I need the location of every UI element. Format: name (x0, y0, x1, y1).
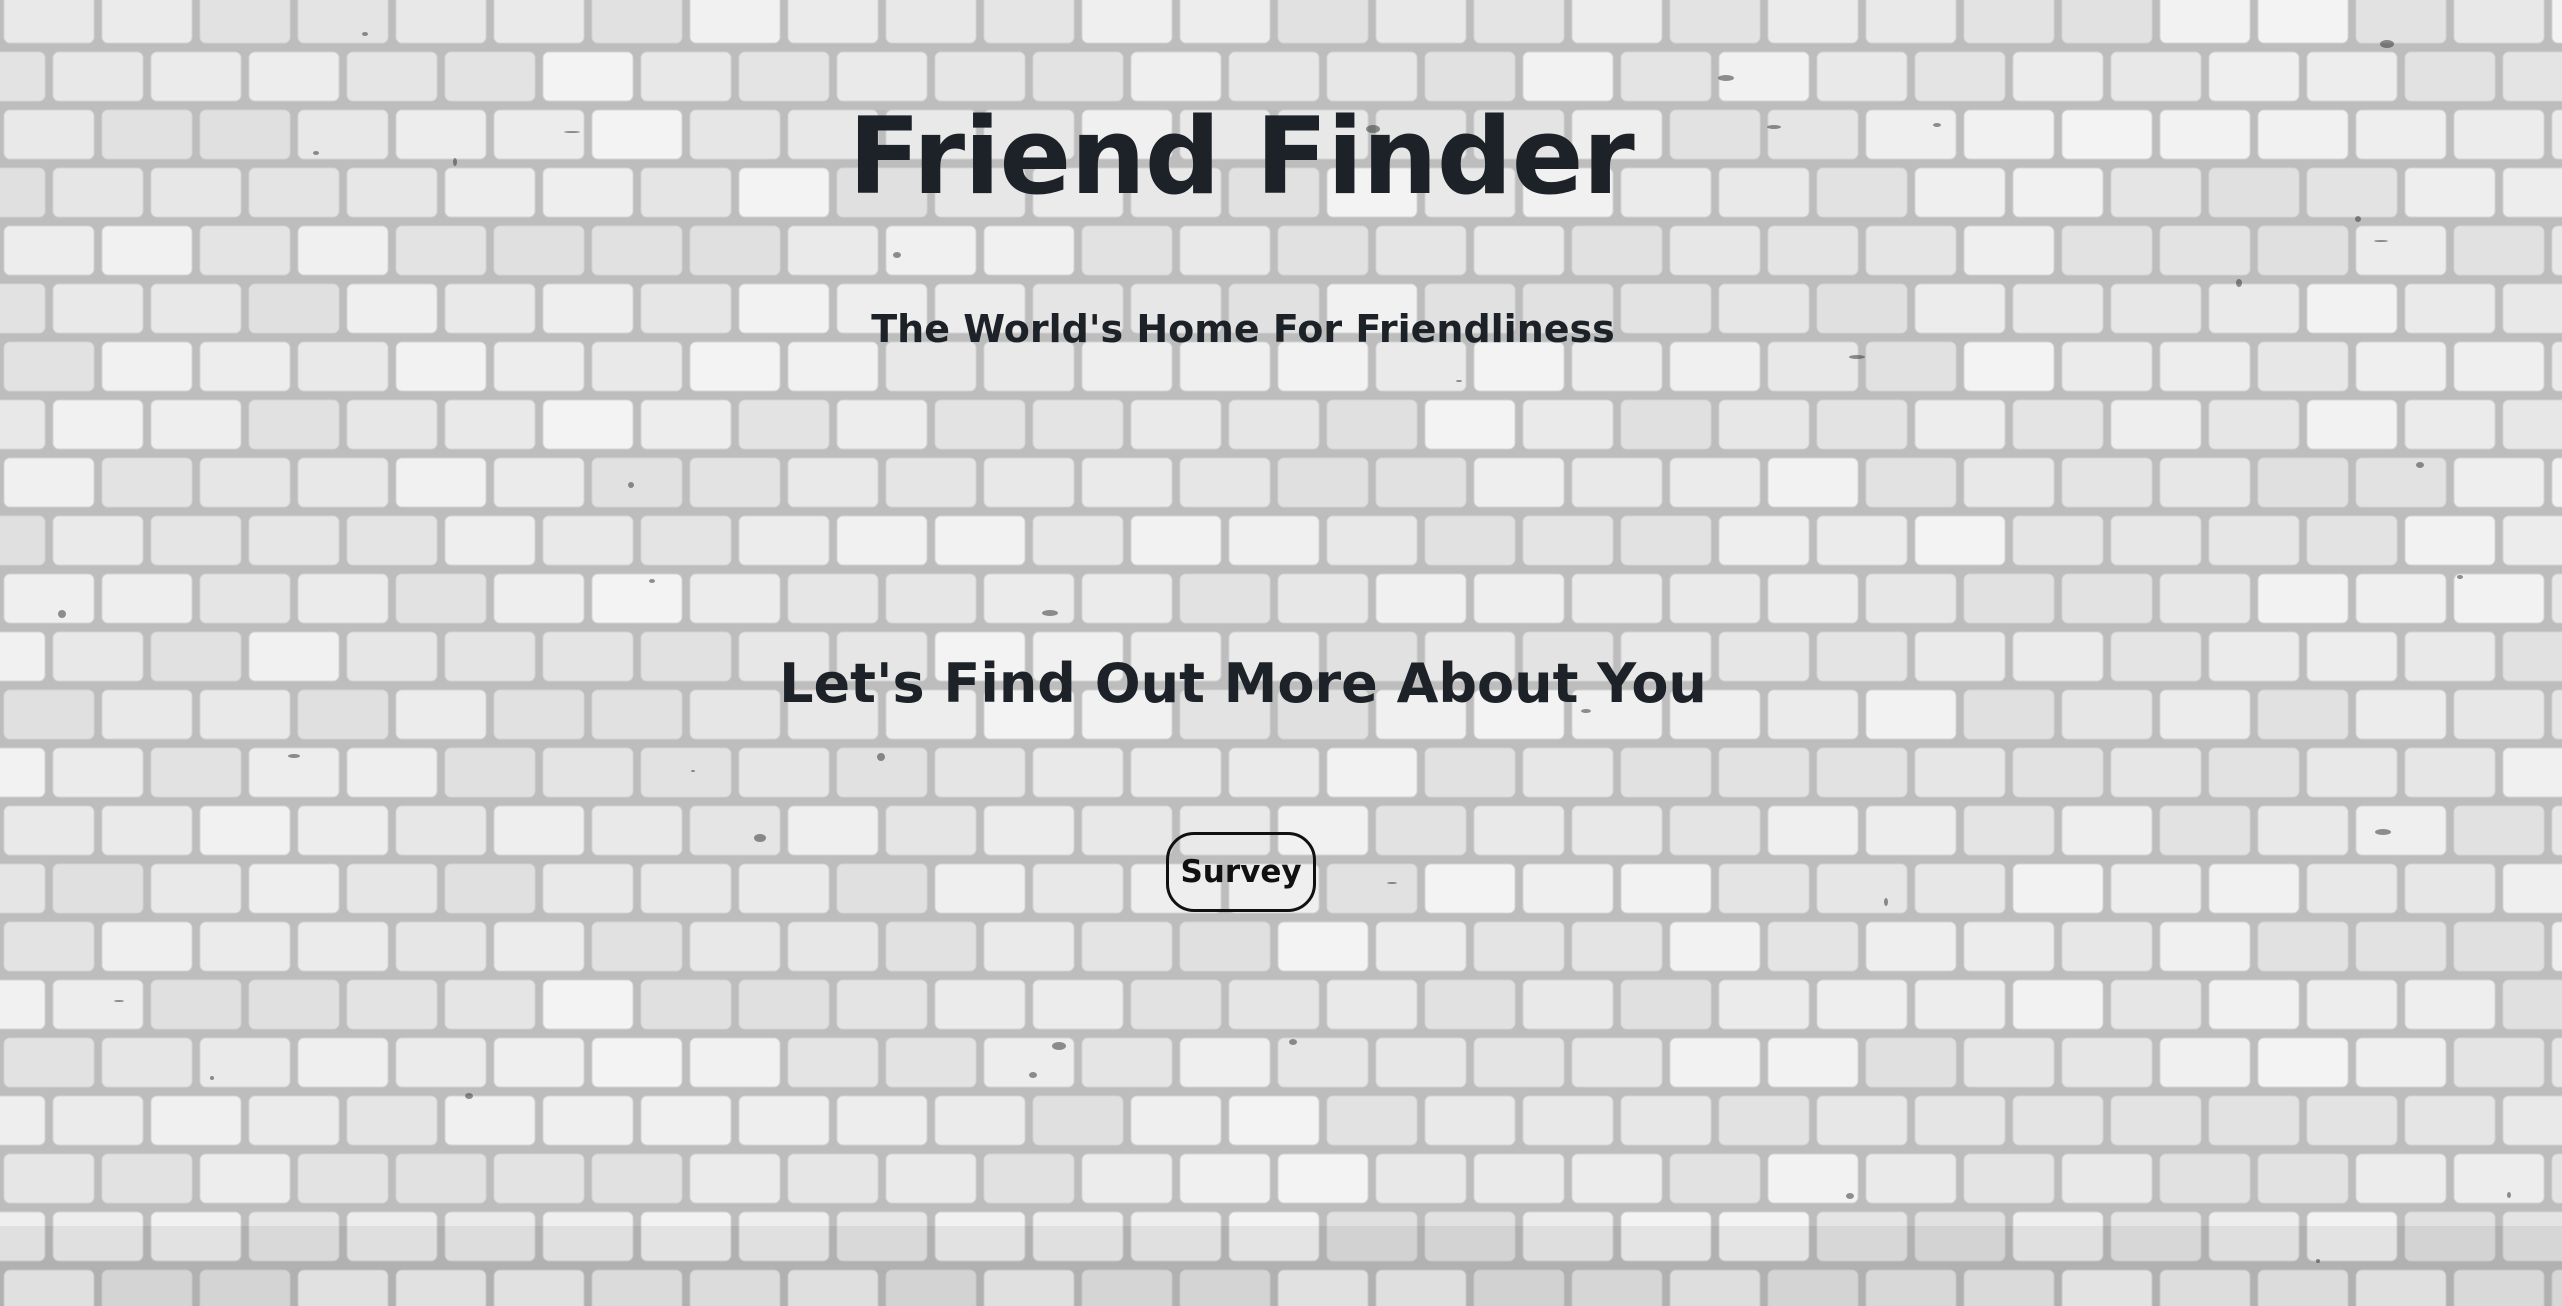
survey-heading: Let's Find Out More About You (779, 652, 1707, 715)
page-title: Friend Finder (848, 95, 1635, 218)
page-tagline: The World's Home For Friendliness (871, 307, 1615, 351)
landing-page: Friend Finder The World's Home For Frien… (0, 0, 2562, 1306)
survey-button[interactable]: Survey (1166, 832, 1316, 912)
